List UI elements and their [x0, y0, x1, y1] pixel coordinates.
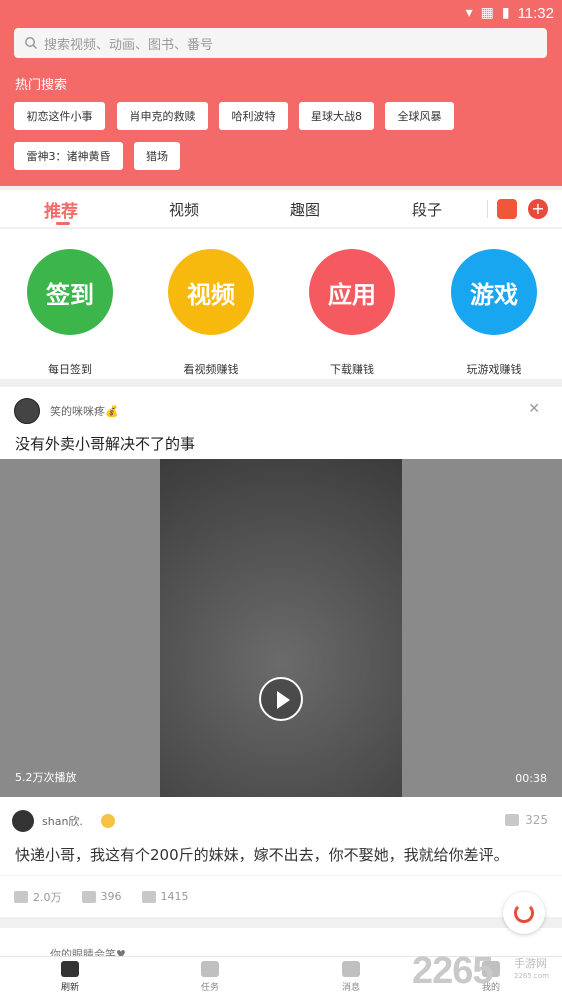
- nav-label: 任务: [200, 983, 219, 993]
- wifi-icon: ▾: [465, 5, 473, 21]
- hot-search-chip[interactable]: 初恋这件小事: [14, 102, 105, 130]
- hot-search-chip[interactable]: 雷神3：诸神黄昏: [14, 142, 123, 170]
- medal-icon: [100, 814, 115, 828]
- nav-tasks[interactable]: 任务: [170, 961, 250, 993]
- quick-action-label: 每日签到: [48, 363, 92, 376]
- comment-username[interactable]: shan欣.: [42, 813, 83, 829]
- add-channel-icon[interactable]: +: [528, 199, 548, 219]
- thumbs-up-icon: [14, 890, 28, 903]
- post-header: 笑的咪咪疼💰: [14, 397, 119, 425]
- comment-count: 1415: [160, 890, 189, 903]
- comment-like-button[interactable]: 325: [505, 813, 548, 827]
- quick-action-label: 看视频赚钱: [183, 363, 239, 376]
- search-placeholder: 搜索视频、动画、图书、番号: [44, 37, 214, 53]
- category-tabs: 推荐 视频 趣图 段子: [0, 190, 562, 228]
- watermark-logo: 2265: [412, 950, 494, 992]
- search-icon: [25, 37, 38, 50]
- quick-action-label: 玩游戏赚钱: [466, 363, 522, 376]
- dislike-button[interactable]: 396: [81, 890, 122, 903]
- tab-funny-pics[interactable]: 趣图: [290, 190, 320, 228]
- comment-button[interactable]: 1415: [141, 890, 189, 903]
- hot-search-chip[interactable]: 星球大战8: [299, 102, 374, 130]
- messages-icon: [342, 961, 360, 977]
- video-blur-right: [402, 459, 562, 797]
- video-icon: 视频: [168, 249, 254, 335]
- search-input[interactable]: 搜索视频、动画、图书、番号: [14, 28, 547, 58]
- battery-icon: ▮: [501, 5, 510, 21]
- refresh-icon: [514, 903, 534, 923]
- dislike-count: 396: [100, 890, 122, 903]
- hot-search-chip[interactable]: 肖申克的救赎: [117, 102, 208, 130]
- games-icon: 游戏: [451, 249, 537, 335]
- refresh-button[interactable]: [503, 892, 545, 934]
- quick-actions: 签到 每日签到 视频 看视频赚钱 应用 下载赚钱 游戏 玩游戏赚钱: [0, 229, 562, 379]
- search-header: ▾ ▦ ▮ 11:32 搜索视频、动画、图书、番号 热门搜索 初恋这件小事 肖申…: [0, 0, 562, 186]
- tasks-icon: [201, 961, 219, 977]
- post-stats: 2.0万 396 1415: [0, 875, 562, 917]
- like-button[interactable]: 2.0万: [14, 889, 62, 905]
- tab-video[interactable]: 视频: [169, 190, 199, 228]
- post-username[interactable]: 笑的咪咪疼💰: [50, 403, 119, 419]
- quick-action-games[interactable]: 游戏 玩游戏赚钱: [444, 249, 544, 377]
- quick-action-label: 下载赚钱: [330, 363, 374, 376]
- view-count: 5.2万次播放: [15, 771, 77, 784]
- post-title[interactable]: 没有外卖小哥解决不了的事: [15, 433, 195, 454]
- comment-icon: [141, 890, 156, 903]
- hot-search-chip[interactable]: 全球风暴: [385, 102, 454, 130]
- tab-divider: [487, 200, 488, 218]
- top-comment-text: 快递小哥，我这有个200斤的妹妹，嫁不出去，你不娶她，我就给你差评。: [15, 846, 509, 864]
- clock: 11:32: [517, 4, 554, 22]
- status-bar: ▾ ▦ ▮ 11:32: [466, 2, 554, 24]
- quick-action-apps[interactable]: 应用 下载赚钱: [302, 249, 402, 377]
- hot-search-title: 热门搜索: [15, 78, 68, 93]
- top-comment-header: shan欣.: [12, 809, 550, 833]
- play-icon[interactable]: [259, 677, 303, 721]
- hot-search-chip[interactable]: 哈利波特: [219, 102, 288, 130]
- thumbs-down-icon: [81, 890, 96, 903]
- avatar[interactable]: [14, 398, 40, 424]
- video-duration: 00:38: [515, 772, 547, 785]
- video-frame: [160, 459, 402, 797]
- quick-action-video[interactable]: 视频 看视频赚钱: [161, 249, 261, 377]
- nav-label: 消息: [341, 983, 360, 993]
- red-envelope-icon[interactable]: [497, 199, 517, 219]
- watermark-sub: 手游网: [514, 957, 547, 970]
- apps-icon: 应用: [309, 249, 395, 335]
- post-card: 笑的咪咪疼💰 ✕ 没有外卖小哥解决不了的事 5.2万次播放 00:38 shan…: [0, 387, 562, 917]
- active-tab-indicator: [56, 222, 70, 225]
- close-icon[interactable]: ✕: [528, 401, 540, 417]
- avatar[interactable]: [12, 810, 34, 832]
- nav-label: 刷新: [60, 983, 79, 993]
- video-player[interactable]: 5.2万次播放 00:38: [0, 459, 562, 797]
- thumbs-up-icon: [505, 814, 520, 826]
- signal-icon: ▦: [480, 5, 494, 21]
- checkin-icon: 签到: [27, 249, 113, 335]
- nav-messages[interactable]: 消息: [311, 961, 391, 993]
- comment-like-count: 325: [525, 813, 548, 827]
- video-blur-left: [0, 459, 160, 797]
- hot-search-chip[interactable]: 猎场: [134, 142, 180, 170]
- quick-action-checkin[interactable]: 签到 每日签到: [20, 249, 120, 377]
- tab-jokes[interactable]: 段子: [412, 190, 442, 228]
- nav-refresh[interactable]: 刷新: [30, 961, 110, 993]
- app-screen: ▾ ▦ ▮ 11:32 搜索视频、动画、图书、番号 热门搜索 初恋这件小事 肖申…: [0, 0, 562, 999]
- like-count: 2.0万: [33, 890, 62, 904]
- home-icon: [61, 961, 79, 977]
- watermark-url: 2265.com: [514, 972, 549, 980]
